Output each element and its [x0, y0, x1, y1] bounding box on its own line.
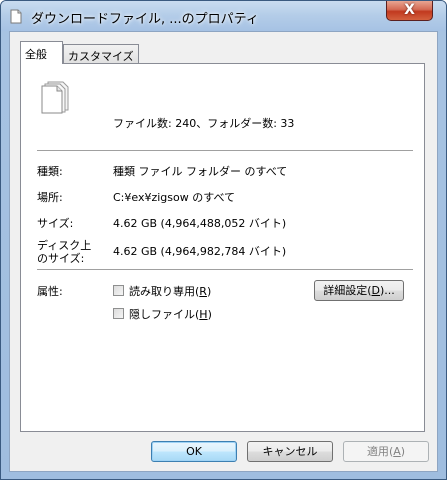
disk-size-label-line1: ディスク上: [37, 239, 92, 252]
multiple-files-icon: [41, 81, 69, 114]
size-label: サイズ:: [37, 217, 74, 230]
location-value: C:¥ex¥zigsow のすべて: [113, 191, 236, 204]
advanced-button[interactable]: 詳細設定(D)...: [314, 280, 404, 301]
readonly-checkbox[interactable]: [113, 285, 124, 296]
title-bar[interactable]: ダウンロードファイル, ...のプロパティ X: [1, 1, 446, 31]
file-count-text: ファイル数: 240、フォルダー数: 33: [113, 117, 295, 130]
location-label: 場所:: [37, 191, 63, 204]
size-value: 4.62 GB (4,964,488,052 バイト): [113, 217, 287, 230]
type-label: 種類:: [37, 165, 63, 178]
tab-customize[interactable]: カスタマイズ: [63, 44, 139, 64]
apply-button[interactable]: 適用(A): [343, 441, 429, 462]
hidden-label[interactable]: 隠しファイル(H): [129, 306, 212, 322]
attributes-label: 属性:: [37, 285, 63, 298]
dialog-client-area: 全般 カスタマイズ ファイル数: 240、フォルダー数: 33 種類: 種類 フ…: [9, 31, 438, 472]
close-icon: X: [404, 2, 415, 18]
close-button[interactable]: X: [386, 1, 433, 21]
window-title: ダウンロードファイル, ...のプロパティ: [31, 12, 259, 27]
type-value: 種類 ファイル フォルダー のすべて: [113, 165, 288, 178]
hidden-checkbox[interactable]: [113, 308, 124, 319]
file-icon-small: [10, 9, 22, 24]
separator-2: [37, 269, 413, 271]
ok-button[interactable]: OK: [151, 441, 237, 462]
disk-size-value: 4.62 GB (4,964,982,784 バイト): [113, 245, 287, 258]
tab-general[interactable]: 全般: [20, 41, 63, 64]
separator-1: [37, 150, 413, 152]
cancel-button[interactable]: キャンセル: [247, 441, 333, 462]
general-tab-panel: ファイル数: 240、フォルダー数: 33 種類: 種類 ファイル フォルダー …: [20, 63, 425, 432]
disk-size-label: ディスク上 のサイズ:: [37, 239, 91, 265]
properties-window: ダウンロードファイル, ...のプロパティ X 全般 カスタマイズ ファイル数:…: [0, 0, 447, 480]
readonly-label[interactable]: 読み取り専用(R): [129, 283, 211, 299]
disk-size-label-line2: のサイズ:: [37, 252, 85, 265]
